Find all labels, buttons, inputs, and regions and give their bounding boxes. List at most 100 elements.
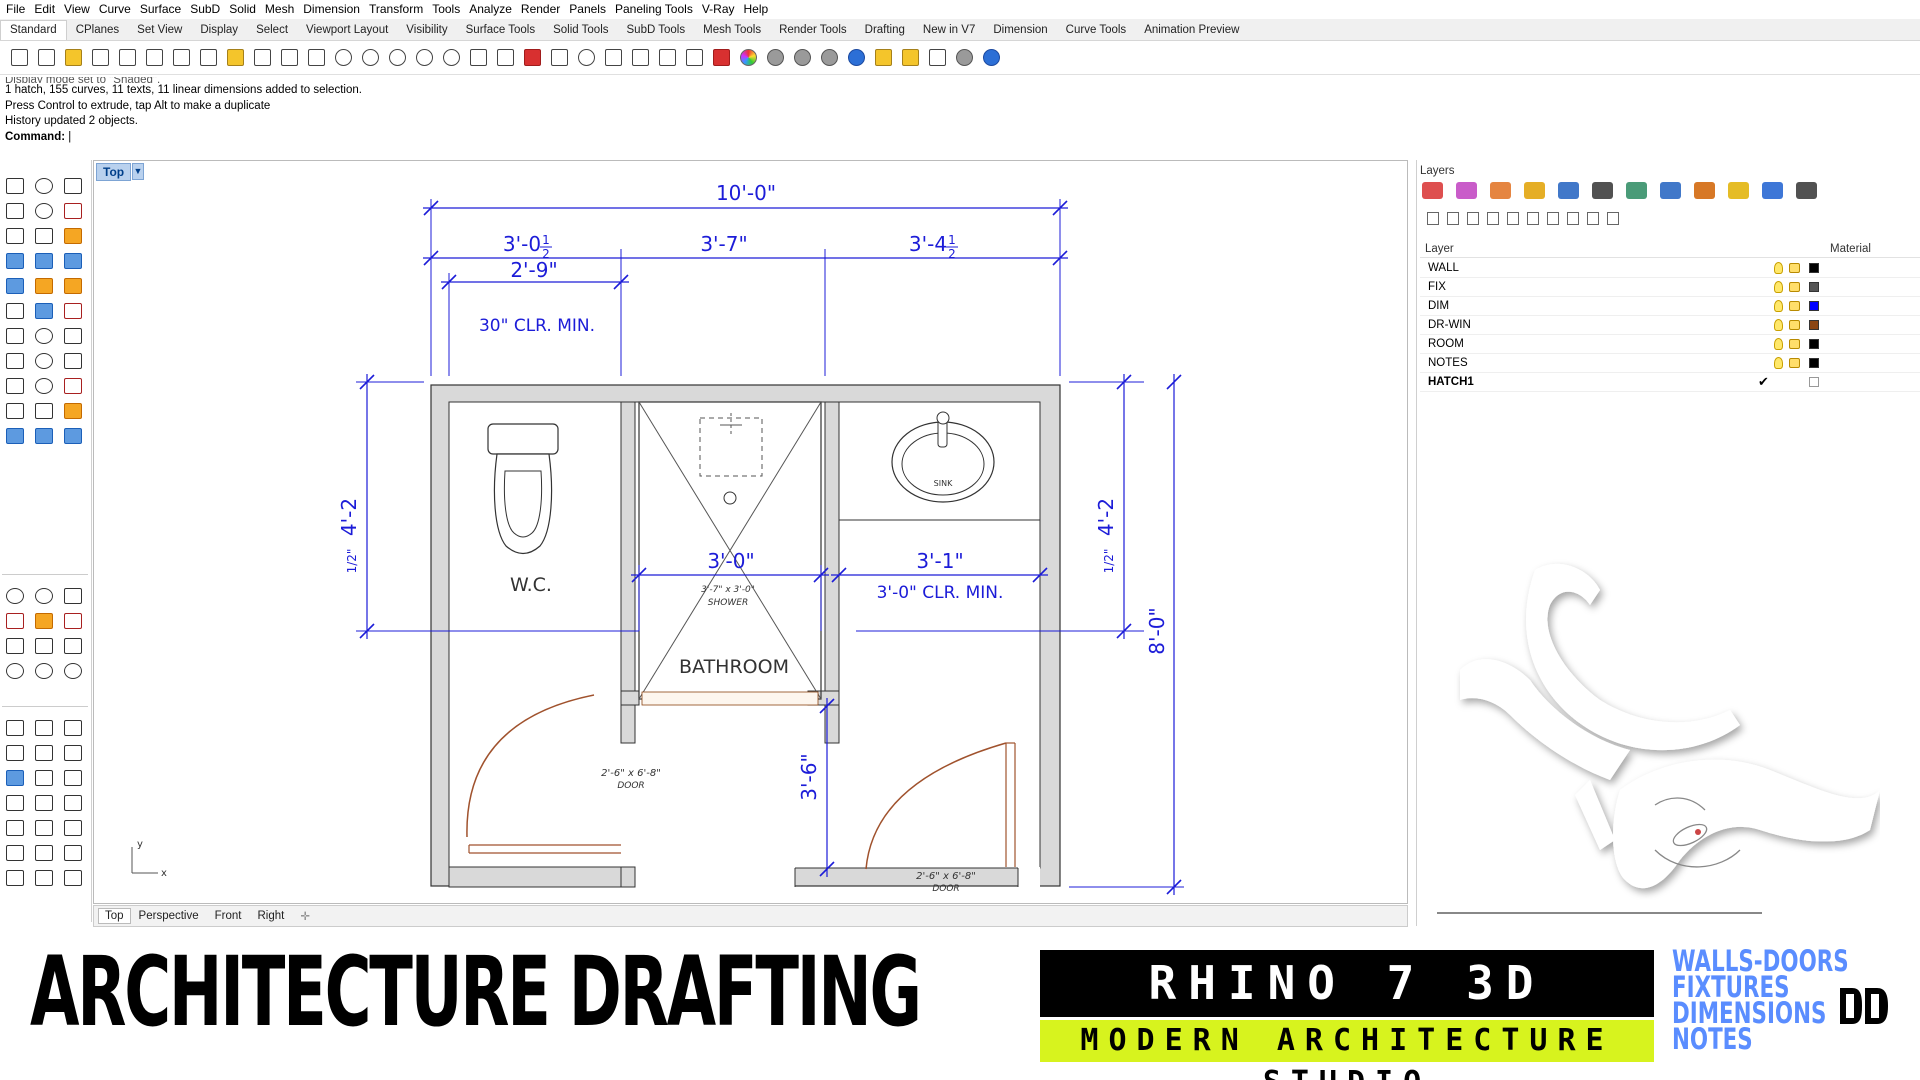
panel-tab-icon[interactable] — [1796, 182, 1817, 199]
tool-icon[interactable] — [60, 424, 86, 448]
tool-icon[interactable] — [2, 716, 28, 740]
layer-color-swatch[interactable] — [1809, 358, 1819, 368]
viewport-label[interactable]: Top — [96, 163, 131, 181]
new-sublayer-icon[interactable] — [1447, 212, 1459, 225]
tool-icon[interactable] — [60, 816, 86, 840]
visibility-bulb-icon[interactable] — [1774, 319, 1783, 331]
panel-tab-icon[interactable] — [1490, 182, 1511, 199]
zoom-window-icon[interactable] — [330, 45, 356, 71]
tool-icon[interactable] — [2, 609, 28, 633]
lock-icon[interactable] — [1789, 358, 1800, 368]
layer-row[interactable]: NOTES — [1420, 354, 1920, 373]
layer-row[interactable]: ROOM — [1420, 335, 1920, 354]
move-up-icon[interactable] — [1487, 212, 1499, 225]
network-icon[interactable] — [789, 45, 815, 71]
cut-icon[interactable] — [141, 45, 167, 71]
tool-icon[interactable] — [31, 299, 57, 323]
tool-icon[interactable] — [31, 249, 57, 273]
viewport-tab[interactable]: Front — [207, 910, 250, 922]
panel-tab-icon[interactable] — [1558, 182, 1579, 199]
menu-item[interactable]: Panels — [567, 2, 613, 16]
menu-item[interactable]: Analyze — [467, 2, 519, 16]
tool-icon[interactable] — [2, 174, 28, 198]
zoom-icon[interactable] — [303, 45, 329, 71]
tool-icon[interactable] — [31, 324, 57, 348]
tool-icon[interactable] — [2, 816, 28, 840]
tool-icon[interactable] — [60, 249, 86, 273]
layer-color-swatch[interactable] — [1809, 377, 1819, 387]
layer-row[interactable]: DIM — [1420, 297, 1920, 316]
delete-icon[interactable] — [1467, 212, 1479, 225]
command-input[interactable]: | — [68, 131, 71, 143]
viewport-tab[interactable]: Perspective — [131, 910, 207, 922]
info-icon[interactable] — [978, 45, 1004, 71]
tool-icon[interactable] — [60, 274, 86, 298]
tool-icon[interactable] — [31, 741, 57, 765]
color-wheel-icon[interactable] — [627, 45, 653, 71]
tool-icon[interactable] — [31, 374, 57, 398]
tool-icon[interactable] — [31, 659, 57, 683]
layer-row[interactable]: HATCH1✔ — [1420, 373, 1920, 392]
menu-item[interactable]: SubD — [188, 2, 227, 16]
visibility-bulb-icon[interactable] — [1774, 262, 1783, 274]
tool-icon[interactable] — [2, 866, 28, 890]
car-icon[interactable] — [465, 45, 491, 71]
tool-icon[interactable] — [2, 274, 28, 298]
tool-icon[interactable] — [31, 609, 57, 633]
tool-icon[interactable] — [31, 866, 57, 890]
tool-icon[interactable] — [60, 324, 86, 348]
globe-icon[interactable] — [816, 45, 842, 71]
command-line[interactable]: Command: | — [5, 130, 1915, 146]
help-icon[interactable] — [843, 45, 869, 71]
light-icon[interactable] — [546, 45, 572, 71]
help-icon[interactable] — [1607, 212, 1619, 225]
tool-icon[interactable] — [2, 766, 28, 790]
toolbar-tab[interactable]: Solid Tools — [544, 21, 617, 40]
tool-icon[interactable] — [31, 716, 57, 740]
tool-icon[interactable] — [60, 174, 86, 198]
rotate-view-icon[interactable] — [411, 45, 437, 71]
toolbar-tab[interactable]: SubD Tools — [618, 21, 695, 40]
tool-icon[interactable] — [31, 399, 57, 423]
toolbar-tab[interactable]: Animation Preview — [1135, 21, 1248, 40]
shield-icon[interactable] — [600, 45, 626, 71]
viewport-tab[interactable]: Top — [98, 908, 131, 924]
new-icon[interactable] — [6, 45, 32, 71]
tool-icon[interactable] — [31, 199, 57, 223]
panel-tab-icon[interactable] — [1524, 182, 1545, 199]
tool-icon[interactable] — [31, 791, 57, 815]
toolbar-tab[interactable]: Standard — [0, 20, 67, 40]
tool-icon[interactable] — [60, 841, 86, 865]
layer-color-swatch[interactable] — [1809, 339, 1819, 349]
layer-row[interactable]: WALL — [1420, 259, 1920, 278]
tool-icon[interactable] — [31, 584, 57, 608]
shaded-icon[interactable] — [654, 45, 680, 71]
tool-icon[interactable] — [2, 249, 28, 273]
tool-icon[interactable] — [2, 584, 28, 608]
toolbar-tab[interactable]: Drafting — [856, 21, 914, 40]
tool-icon[interactable] — [60, 199, 86, 223]
tool-icon[interactable] — [60, 659, 86, 683]
menu-item[interactable]: Solid — [227, 2, 263, 16]
toolbar-tab[interactable]: Viewport Layout — [297, 21, 397, 40]
tool-icon[interactable] — [2, 659, 28, 683]
flag-icon[interactable] — [870, 45, 896, 71]
pan-icon[interactable] — [249, 45, 275, 71]
target-icon[interactable] — [519, 45, 545, 71]
tool-icon[interactable] — [31, 174, 57, 198]
tool-icon[interactable] — [31, 349, 57, 373]
tool-icon[interactable] — [60, 766, 86, 790]
tool-icon[interactable] — [31, 424, 57, 448]
layer-row[interactable]: DR-WIN — [1420, 316, 1920, 335]
panel-tab-icon[interactable] — [1456, 182, 1477, 199]
toolbar-tab[interactable]: New in V7 — [914, 21, 984, 40]
tool-icon[interactable] — [2, 349, 28, 373]
panel-tab-icon[interactable] — [1762, 182, 1783, 199]
tool-icon[interactable] — [2, 634, 28, 658]
tool-icon[interactable] — [60, 399, 86, 423]
tool-icon[interactable] — [60, 374, 86, 398]
rendered-icon[interactable] — [681, 45, 707, 71]
tool-icon[interactable] — [60, 741, 86, 765]
layer-row[interactable]: FIX — [1420, 278, 1920, 297]
toolbar-tab[interactable]: Curve Tools — [1057, 21, 1136, 40]
